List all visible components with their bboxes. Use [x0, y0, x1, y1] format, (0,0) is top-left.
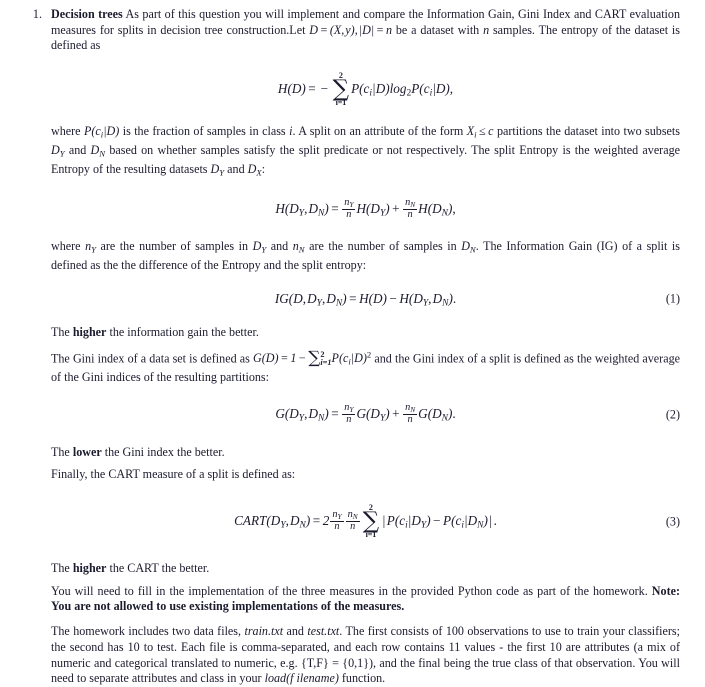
fraction-nn-over-n: nN n	[403, 196, 418, 220]
math-dx: DX	[247, 162, 262, 178]
equation-gini-split: G(DY, DN) = nY n G(DY) + nN n G(DN). (2)	[51, 402, 680, 427]
fraction-nn-over-n-2: nN n	[403, 402, 418, 426]
text-colon: :	[261, 162, 266, 177]
filename-test: test.txt	[307, 624, 340, 639]
math-xi-leq-c: Xi ≤ c	[466, 124, 494, 140]
text-split-entropy-desc: based on whether samples satisfy the spl…	[51, 143, 680, 177]
math-gini-def: G(D) = 1− ∑ 2 i=1 P(ci|D)2	[252, 348, 372, 369]
equation-cart: CART(DY, DN) = 2 nY n nN n 2 ∑ i=1 | P(ci|DY) − P(ci|…	[51, 503, 680, 539]
equation-cart-body: CART(DY, DN) = 2 nY n nN n 2 ∑ i=1 | P(ci|DY) − P(ci|…	[234, 503, 497, 539]
question-title: Decision trees	[51, 7, 123, 21]
text-fraction-samples: is the fraction of samples in class	[119, 124, 290, 139]
equation-split-entropy-body: H(DY, DN) = nY n H(DY) + nN n H(DN),	[275, 196, 456, 220]
list-number: 1.	[32, 7, 42, 21]
bold-lower: lower	[72, 444, 102, 459]
paragraph-lower-gini: The lower the Gini index the better.	[51, 445, 680, 461]
text-cart-better: the CART the better.	[106, 561, 210, 576]
paragraph-where-p: where P(ci|D) is the fraction of samples…	[51, 124, 680, 181]
math-dataset-def: D = (X, y), |D| = n	[309, 22, 393, 37]
text-fill-in: You will need to fill in the implementat…	[51, 583, 652, 598]
text-partitions: partitions the dataset into two subsets	[493, 124, 680, 139]
paragraph-implementation-note: You will need to fill in the implementat…	[51, 584, 680, 615]
paragraph-finally-cart: Finally, the CART measure of a split is …	[51, 467, 296, 482]
math-dy-1: DY	[51, 143, 65, 159]
equation-gini-body: G(DY, DN) = nY n G(DY) + nN n G(DN).	[275, 402, 456, 426]
text-the-3: The	[51, 561, 73, 576]
bold-higher-1: higher	[72, 325, 107, 340]
math-nn: nN	[292, 238, 305, 255]
equation-information-gain: IG(D, DY, DN) = H(D) − H(DY, DN). (1)	[51, 291, 680, 309]
inline-summation: ∑ 2 i=1	[308, 348, 332, 369]
question-item-1: 1. Decision trees As part of this questi…	[24, 7, 680, 687]
bold-higher-2: higher	[72, 561, 107, 576]
math-dy-3: DY	[252, 238, 267, 255]
math-ny: nY	[85, 238, 96, 255]
text-and-2: and	[224, 162, 248, 177]
text-the-2: The	[51, 444, 73, 459]
text-and-3: and	[266, 238, 293, 253]
math-dn-1: DN	[90, 143, 106, 159]
equation-number-1: (1)	[665, 291, 680, 306]
text-gini-intro: The Gini index of a data set is defined …	[51, 351, 253, 366]
paragraph-where-n: where nY are the number of samples in DY…	[51, 239, 680, 274]
paragraph-data-files: The homework includes two data files, tr…	[51, 624, 680, 686]
intro-paragraph: Decision trees As part of this question …	[51, 7, 680, 54]
summation-symbol-cart: 2 ∑ i=1	[362, 504, 380, 539]
equation-entropy-body: H(D) = −2 ∑ i=1 P(ci|D)log2P(ci|D),	[277, 71, 454, 107]
fraction-ny-over-n-3: nY n	[330, 509, 344, 532]
question-body: Decision trees As part of this question …	[42, 7, 680, 687]
paragraph-gini-definition: The Gini index of a data set is defined …	[51, 348, 680, 386]
math-dy-2: DY	[210, 162, 225, 178]
equation-split-entropy: H(DY, DN) = nY n H(DY) + nN n H(DN),	[51, 196, 680, 221]
text-where: where	[51, 124, 84, 139]
fraction-nn-over-n-3: nN n	[345, 509, 360, 532]
text-where-2: where	[51, 238, 86, 253]
text-gini-better: the Gini index the better.	[101, 444, 225, 459]
sigma-glyph: ∑	[332, 76, 350, 103]
fraction-ny-over-n: nY n	[342, 196, 356, 220]
text-and-4: and	[283, 624, 308, 639]
equation-ig-body: IG(D, DY, DN) = H(D) − H(DY, DN).	[274, 290, 457, 309]
intro-text-part2: be a dataset with	[392, 22, 484, 37]
equation-entropy: H(D) = −2 ∑ i=1 P(ci|D)log2P(ci|D),	[51, 71, 680, 107]
sigma-glyph-cart: ∑	[362, 508, 380, 535]
filename-train: train.txt	[244, 624, 284, 639]
text-the-1: The	[51, 325, 73, 340]
inline-sum-lower: i=1	[320, 358, 332, 368]
math-dn-2: DN	[461, 238, 476, 255]
inline-sigma-glyph: ∑	[308, 348, 321, 369]
equation-number-2: (2)	[665, 407, 680, 422]
math-p-ci-d: P(ci|D)	[83, 124, 120, 140]
fraction-ny-over-n-2: nY n	[342, 402, 356, 426]
paragraph-higher-ig: The higher the information gain the bett…	[51, 325, 680, 341]
summation-symbol: 2 ∑ i=1	[332, 72, 350, 107]
paragraph-higher-cart: The higher the CART the better.	[51, 561, 680, 577]
math-load-function: load(f ilename)	[264, 671, 339, 686]
text-and-1: and	[64, 143, 91, 158]
text-samples-in-1: are the number of samples in	[95, 238, 253, 253]
text-homework-includes: The homework includes two data files,	[51, 624, 245, 639]
document-page: 1. Decision trees As part of this questi…	[0, 0, 705, 685]
equation-number-3: (3)	[665, 514, 680, 529]
text-ig-better: the information gain the better.	[106, 325, 259, 340]
text-samples-in-2: are the number of samples in	[304, 238, 462, 253]
text-function: function.	[338, 671, 386, 686]
text-split-form: . A split on an attribute of the form	[292, 124, 467, 139]
